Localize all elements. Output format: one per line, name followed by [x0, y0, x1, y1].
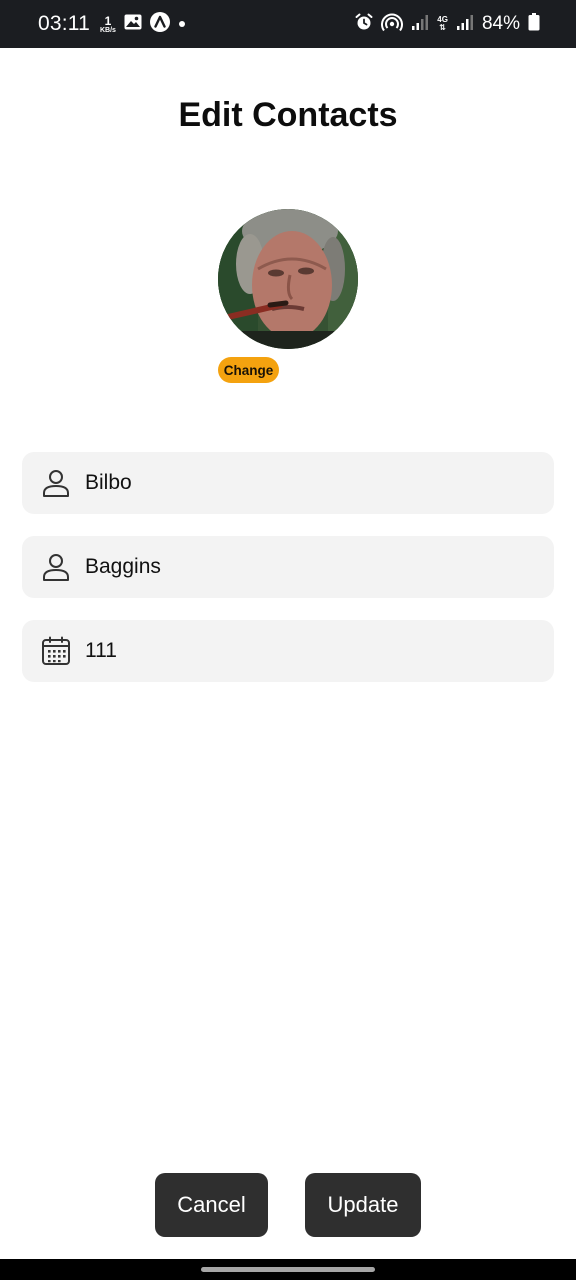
person-icon — [40, 467, 72, 499]
date-field[interactable]: 111 — [22, 620, 554, 682]
page-title: Edit Contacts — [178, 96, 398, 134]
signal-icon-2 — [456, 13, 474, 36]
signal-icon — [411, 13, 429, 36]
avatar-photo — [218, 209, 358, 349]
status-bar: 03:11 1 KB/s 4G ⇅ 84% — [0, 0, 576, 48]
status-left: 03:11 1 KB/s — [38, 0, 186, 48]
battery-icon — [528, 12, 540, 36]
calendar-icon — [40, 635, 72, 667]
status-time: 03:11 — [38, 12, 90, 35]
net-speed-unit: KB/s — [100, 26, 116, 34]
net-speed-value: 1 — [104, 13, 112, 28]
hotspot-icon — [381, 12, 404, 37]
app-a-icon — [149, 11, 170, 37]
home-gesture-handle[interactable] — [201, 1267, 375, 1272]
net-speed: 1 KB/s — [100, 15, 116, 34]
last-name-field[interactable]: Baggins — [22, 536, 554, 598]
avatar[interactable] — [218, 209, 358, 349]
first-name-field[interactable]: Bilbo — [22, 452, 554, 514]
person-icon — [40, 551, 72, 583]
cancel-button[interactable]: Cancel — [155, 1173, 268, 1237]
dot-icon — [178, 15, 186, 33]
change-photo-button[interactable]: Change — [218, 357, 279, 383]
navigation-bar — [0, 1259, 576, 1280]
alarm-icon — [355, 13, 373, 36]
last-name-value[interactable]: Baggins — [85, 555, 161, 579]
date-value[interactable]: 111 — [85, 639, 117, 663]
network-type: 4G ⇅ — [437, 16, 448, 32]
status-right: 4G ⇅ 84% — [355, 0, 540, 48]
battery-percent: 84% — [481, 13, 520, 34]
data-arrows-icon: ⇅ — [439, 23, 446, 32]
first-name-value[interactable]: Bilbo — [85, 471, 132, 495]
image-icon — [124, 14, 142, 35]
update-button[interactable]: Update — [305, 1173, 421, 1237]
